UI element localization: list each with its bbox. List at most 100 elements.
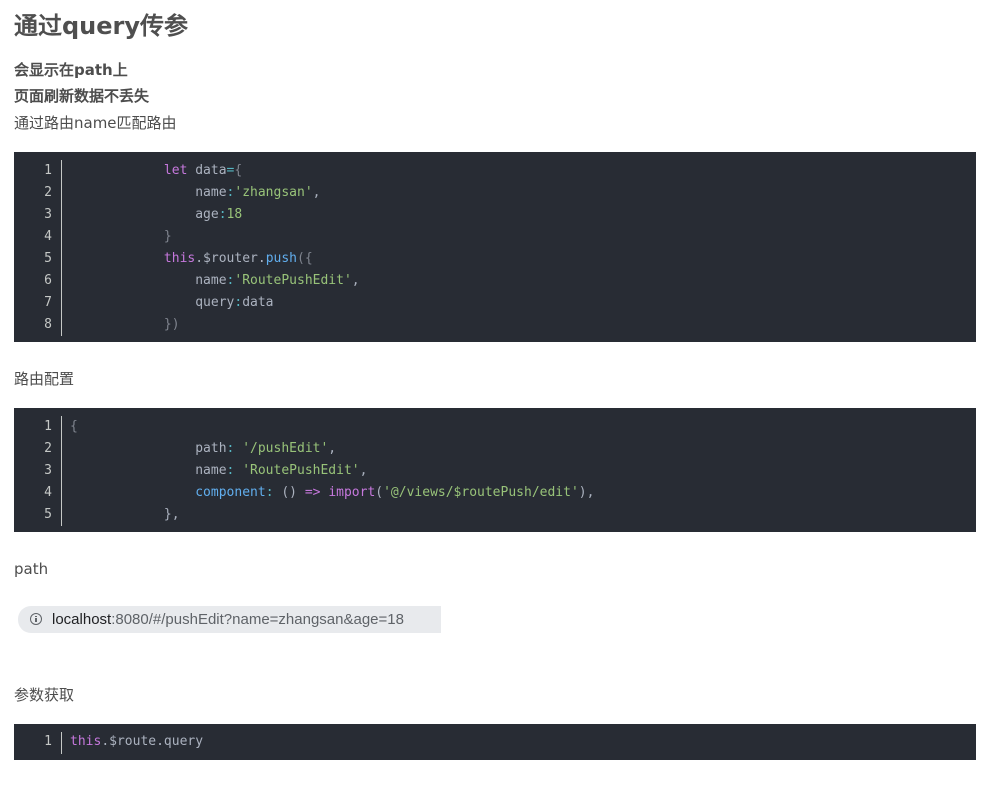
code-line: 5 this.$router.push({ [14, 248, 976, 270]
section-path: path [14, 560, 49, 578]
code-plain: () [273, 485, 305, 500]
code-line: 1 let data={ [14, 160, 976, 182]
code-text: name:'RoutePushEdit', [70, 270, 360, 292]
code-line: 4 } [14, 226, 976, 248]
code-string: 'RoutePushEdit' [242, 463, 360, 478]
code-punct: ({ [297, 251, 313, 266]
code-line: 1 { [14, 416, 976, 438]
note-line-1: 会显示在path上 [14, 61, 128, 79]
code-keyword: => [304, 485, 321, 500]
code-text: name: 'RoutePushEdit', [70, 460, 367, 482]
code-text: } [70, 226, 172, 248]
line-number: 3 [44, 463, 52, 478]
line-number: 6 [44, 273, 52, 288]
code-line: 2 name:'zhangsan', [14, 182, 976, 204]
code-line: 7 query:data [14, 292, 976, 314]
code-keyword: this [70, 734, 102, 749]
code-string: 'RoutePushEdit' [234, 273, 352, 288]
code-string: 'zhangsan' [234, 185, 313, 200]
code-keyword: let [163, 163, 188, 178]
code-line: 1 this.$route.query [14, 731, 976, 753]
code-text: query:data [70, 292, 274, 314]
code-plain: , [359, 463, 368, 478]
url-path: :8080/#/pushEdit?name=zhangsan&age=18 [111, 611, 404, 628]
code-plain: }, [163, 507, 180, 522]
code-plain: ), [578, 485, 595, 500]
code-text: }, [70, 504, 180, 526]
code-plain: data [242, 295, 274, 310]
code-plain: age [195, 207, 219, 222]
code-text: this.$route.query [70, 731, 203, 753]
url-host: localhost [52, 611, 112, 628]
code-plain: path [195, 441, 227, 456]
code-string: '@/views/$routePush/edit' [383, 485, 579, 500]
code-text: let data={ [70, 160, 242, 182]
line-number: 5 [44, 507, 52, 522]
code-line: 4 component: () => import('@/views/$rout… [14, 482, 976, 504]
note-line-2: 页面刷新数据不丢失 [14, 87, 150, 105]
code-plain: data [187, 163, 227, 178]
code-keyword: this [163, 251, 196, 266]
code-text: path: '/pushEdit', [70, 438, 336, 460]
code-punct: } [163, 229, 172, 244]
line-number: 8 [44, 317, 52, 332]
line-number: 2 [44, 185, 52, 200]
note-line-3: 通过路由name匹配路由 [14, 114, 177, 132]
code-block-route-config: 1 { 2 path: '/pushEdit', 3 name: 'RouteP… [14, 408, 976, 532]
line-number: 5 [44, 251, 52, 266]
line-number: 1 [44, 163, 52, 178]
info-icon [30, 613, 42, 625]
code-plain: , [351, 273, 360, 288]
url-bar-screenshot: localhost:8080/#/pushEdit?name=zhangsan&… [18, 606, 441, 633]
code-text: age:18 [70, 204, 242, 226]
code-punct: }) [163, 317, 180, 332]
code-line: 5 }, [14, 504, 976, 526]
code-plain: ( [375, 485, 384, 500]
code-text: }) [70, 314, 180, 336]
line-number: 2 [44, 441, 52, 456]
code-punct: { [70, 419, 78, 434]
line-number: 4 [44, 485, 52, 500]
code-string: '/pushEdit' [242, 441, 329, 456]
code-text: { [70, 416, 78, 438]
code-punct: { [234, 163, 243, 178]
line-number: 4 [44, 229, 52, 244]
line-number: 1 [44, 419, 52, 434]
code-plain: name [195, 463, 227, 478]
section-get-params: 参数获取 [14, 686, 75, 704]
code-keyword: import [328, 485, 376, 500]
code-block-route-query: 1 this.$route.query [14, 724, 976, 760]
line-number: 7 [44, 295, 52, 310]
line-number: 3 [44, 207, 52, 222]
code-line: 2 path: '/pushEdit', [14, 438, 976, 460]
code-block-push: 1 let data={ 2 name:'zhangsan', 3 age:18… [14, 152, 976, 342]
code-plain: , [312, 185, 321, 200]
code-plain: .$router. [195, 251, 266, 266]
code-function: component [195, 485, 266, 500]
line-number: 1 [44, 734, 52, 749]
code-line: 3 name: 'RoutePushEdit', [14, 460, 976, 482]
code-line: 6 name:'RoutePushEdit', [14, 270, 976, 292]
code-plain: name [195, 185, 227, 200]
code-number: 18 [226, 207, 243, 222]
section-route-config: 路由配置 [14, 370, 75, 388]
code-operator: : [218, 207, 227, 222]
page-title: 通过query传参 [14, 12, 189, 40]
code-plain: , [328, 441, 337, 456]
code-text: this.$router.push({ [70, 248, 313, 270]
code-line: 8 }) [14, 314, 976, 336]
code-plain: .$route.query [101, 734, 204, 749]
url-text: localhost:8080/#/pushEdit?name=zhangsan&… [52, 606, 404, 633]
code-plain: name [195, 273, 227, 288]
